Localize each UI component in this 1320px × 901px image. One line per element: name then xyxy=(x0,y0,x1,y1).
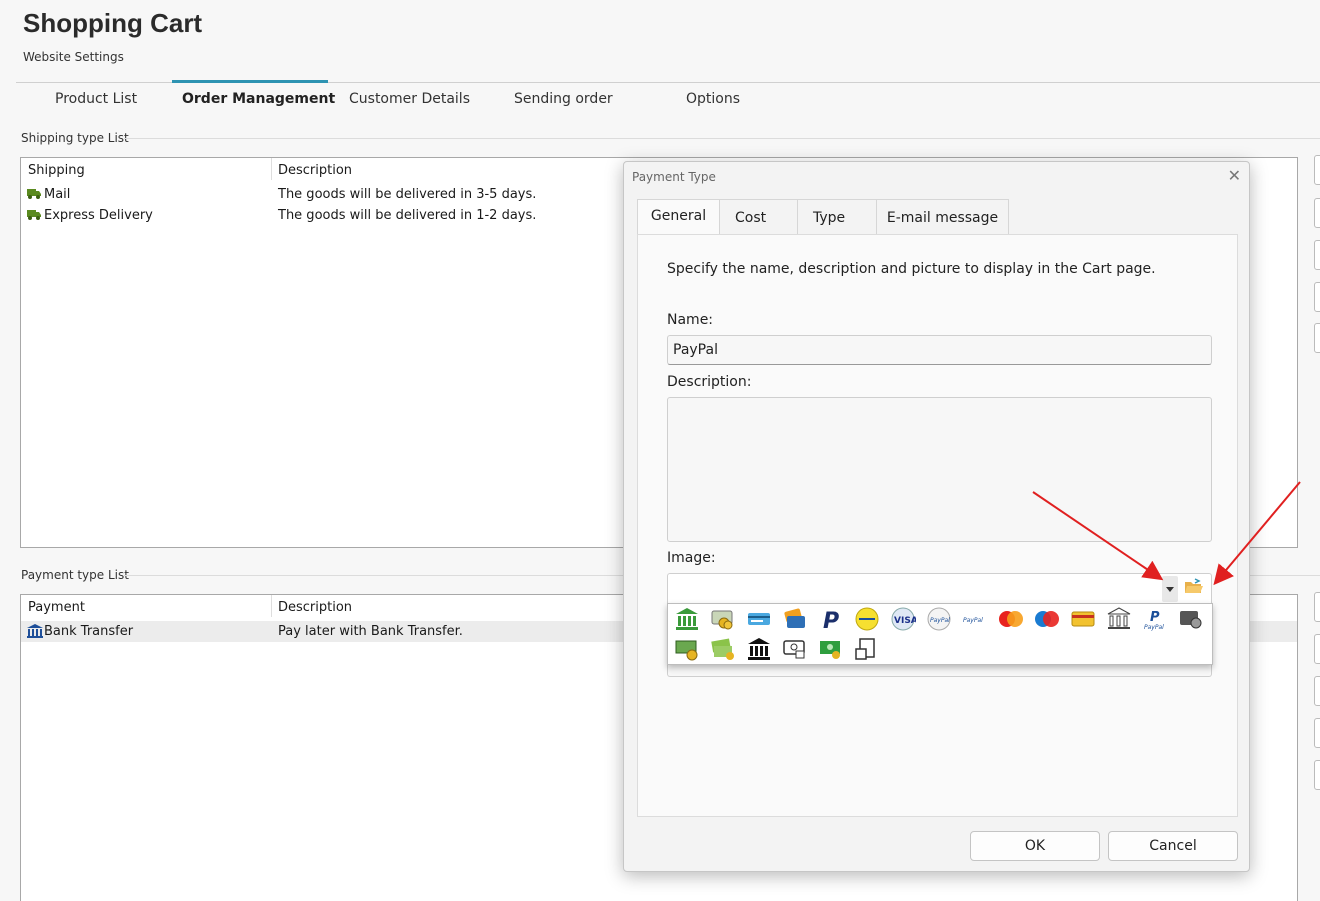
credit-card-blue-icon[interactable] xyxy=(746,607,772,631)
tab-customer-details[interactable]: Customer Details xyxy=(349,91,470,107)
svg-text:PayPal: PayPal xyxy=(963,617,983,624)
app-subtitle: Website Settings xyxy=(23,50,124,64)
side-button[interactable] xyxy=(1314,676,1320,706)
image-combo[interactable] xyxy=(667,573,1212,605)
cancel-button[interactable]: Cancel xyxy=(1108,831,1238,861)
tab-sending-order[interactable]: Sending order xyxy=(514,91,613,107)
image-dropdown[interactable]: P VISA PayPal PayPal P PayPal xyxy=(667,603,1213,665)
side-button[interactable] xyxy=(1314,240,1320,270)
paypal-p-icon[interactable]: P xyxy=(818,607,844,634)
paypal-logo-icon[interactable]: P PayPal xyxy=(1142,607,1168,631)
paypal-round-icon[interactable]: PayPal xyxy=(926,607,952,631)
close-icon[interactable]: ✕ xyxy=(1228,166,1241,185)
side-button[interactable] xyxy=(1314,718,1320,748)
truck-icon xyxy=(26,186,42,204)
active-tab-indicator xyxy=(172,80,328,83)
payment-type-dialog: Payment Type ✕ General Cost Type E-mail … xyxy=(623,161,1250,872)
shipping-section-rule xyxy=(124,138,1320,139)
money-stack-icon[interactable] xyxy=(710,637,736,661)
image-label: Image: xyxy=(667,550,716,566)
tab-cost[interactable]: Cost xyxy=(719,199,798,235)
svg-text:PayPal: PayPal xyxy=(930,617,950,624)
column-divider xyxy=(271,595,272,617)
truck-icon xyxy=(26,207,42,225)
payment-column-header[interactable]: Payment xyxy=(28,600,85,615)
cash-hand-icon[interactable] xyxy=(854,637,880,661)
coins-card-icon[interactable] xyxy=(710,607,736,631)
bank-black-icon[interactable] xyxy=(746,637,772,661)
side-button[interactable] xyxy=(1314,634,1320,664)
bank-outline-icon[interactable] xyxy=(1106,607,1132,631)
main-tab-bar: Product List Order Management Customer D… xyxy=(16,82,1320,118)
svg-text:VISA: VISA xyxy=(894,616,916,626)
cash-lock-icon[interactable] xyxy=(782,637,808,661)
description-label: Description: xyxy=(667,374,752,390)
svg-text:PayPal: PayPal xyxy=(1144,624,1164,631)
card-wallet-icon[interactable] xyxy=(782,607,808,631)
side-button[interactable] xyxy=(1314,155,1320,185)
bank-icon xyxy=(26,623,44,643)
wallet-coins-icon[interactable] xyxy=(1178,607,1204,631)
description-column-header[interactable]: Description xyxy=(278,600,352,615)
shipping-name: Express Delivery xyxy=(44,208,153,223)
payment-section-label: Payment type List xyxy=(21,568,129,582)
visa-icon[interactable]: VISA xyxy=(890,607,918,631)
side-button[interactable] xyxy=(1314,198,1320,228)
svg-text:P: P xyxy=(1150,610,1160,625)
shipping-column-header[interactable]: Shipping xyxy=(28,163,85,178)
name-field[interactable] xyxy=(667,335,1212,365)
tab-type[interactable]: Type xyxy=(797,199,877,235)
postepay-icon[interactable] xyxy=(854,607,880,631)
shipping-description: The goods will be delivered in 1-2 days. xyxy=(278,208,537,223)
shipping-description: The goods will be delivered in 3-5 days. xyxy=(278,187,537,202)
side-button[interactable] xyxy=(1314,592,1320,622)
combo-lower-edge xyxy=(667,663,1212,677)
tab-order-management[interactable]: Order Management xyxy=(182,91,335,107)
paypal-text-icon[interactable]: PayPal xyxy=(962,607,988,631)
column-divider xyxy=(271,158,272,180)
side-button[interactable] xyxy=(1314,323,1320,353)
payment-description: Pay later with Bank Transfer. xyxy=(278,624,463,639)
intro-text: Specify the name, description and pictur… xyxy=(667,261,1156,277)
chevron-down-icon[interactable] xyxy=(1162,576,1178,602)
tab-product-list[interactable]: Product List xyxy=(55,91,137,107)
name-label: Name: xyxy=(667,312,714,328)
description-column-header[interactable]: Description xyxy=(278,163,352,178)
tab-options[interactable]: Options xyxy=(686,91,740,107)
tab-general[interactable]: General xyxy=(637,199,720,236)
description-field[interactable] xyxy=(667,397,1212,542)
tab-email-message[interactable]: E-mail message xyxy=(876,199,1009,235)
bank-green-icon[interactable] xyxy=(674,607,700,631)
app-title: Shopping Cart xyxy=(23,8,203,38)
side-button[interactable] xyxy=(1314,282,1320,312)
shipping-section-label: Shipping type List xyxy=(21,131,129,145)
side-button[interactable] xyxy=(1314,760,1320,790)
maestro-icon[interactable] xyxy=(1034,607,1060,631)
payment-name: Bank Transfer xyxy=(44,624,134,639)
cash-green-icon[interactable] xyxy=(818,637,844,661)
folder-open-icon[interactable] xyxy=(1183,578,1205,598)
shipping-name: Mail xyxy=(44,187,71,202)
cash-coins-icon[interactable] xyxy=(674,637,700,661)
dialog-title: Payment Type xyxy=(632,170,716,184)
gold-card-icon[interactable] xyxy=(1070,607,1096,631)
svg-text:P: P xyxy=(823,609,839,631)
ok-button[interactable]: OK xyxy=(970,831,1100,861)
mastercard-icon[interactable] xyxy=(998,607,1024,631)
